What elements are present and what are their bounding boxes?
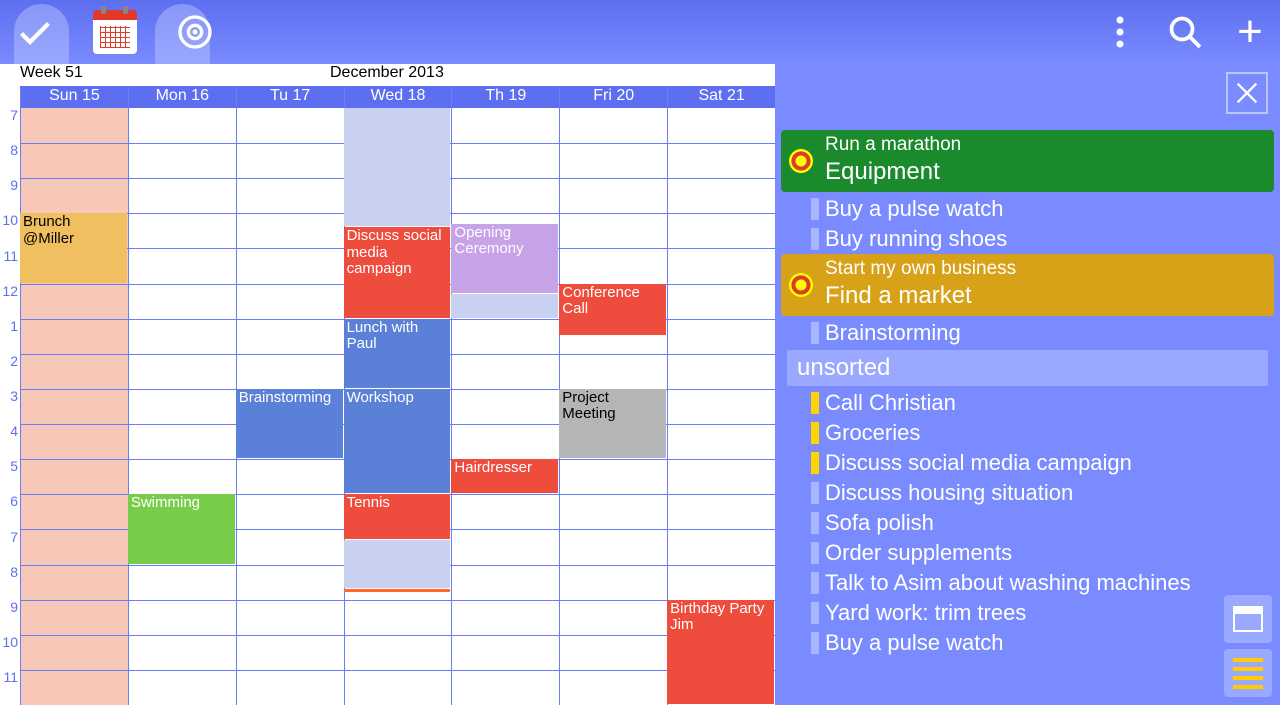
day-column[interactable] <box>451 108 559 705</box>
hour-label: 3 <box>0 389 20 424</box>
hour-label: 11 <box>0 249 20 284</box>
day-header[interactable]: Fri 20 <box>559 86 667 108</box>
hour-label: 2 <box>0 354 20 389</box>
hour-label: 6 <box>0 494 20 529</box>
day-header[interactable]: Wed 18 <box>344 86 452 108</box>
calendar-event[interactable] <box>451 294 558 318</box>
day-header[interactable]: Mon 16 <box>128 86 236 108</box>
day-header[interactable]: Sat 21 <box>667 86 775 108</box>
task-item[interactable]: Yard work: trim trees <box>781 598 1274 628</box>
hour-label: 10 <box>0 635 20 670</box>
hour-label: 8 <box>0 143 20 178</box>
calendar-event[interactable]: Swimming <box>128 494 235 563</box>
day-column[interactable] <box>20 108 128 705</box>
calendar-event[interactable]: Brunch @Miller <box>20 213 127 282</box>
list-icon[interactable] <box>1224 649 1272 697</box>
search-icon[interactable] <box>1165 12 1205 52</box>
week-calendar: Week 51 December 2013 Sun 15Mon 16Tu 17W… <box>0 64 775 705</box>
hour-label: 4 <box>0 424 20 459</box>
calendar-event[interactable]: Hairdresser <box>451 459 558 493</box>
hour-label: 11 <box>0 670 20 705</box>
task-item[interactable]: Brainstorming <box>781 318 1274 348</box>
calendar-event[interactable]: Birthday Party Jim <box>667 600 774 704</box>
week-label: Week 51 <box>20 64 330 86</box>
calendar-event[interactable]: Conference Call <box>559 284 666 336</box>
mini-calendar-icon[interactable] <box>1224 595 1272 643</box>
day-header[interactable]: Sun 15 <box>20 86 128 108</box>
calendar-event[interactable]: Workshop <box>344 389 451 493</box>
goal-card[interactable]: Run a marathonEquipment <box>781 130 1274 192</box>
task-item[interactable]: Buy a pulse watch <box>781 628 1274 658</box>
calendar-event[interactable] <box>344 540 451 588</box>
hour-label: 10 <box>0 213 20 248</box>
calendar-event[interactable]: Tennis <box>344 494 451 539</box>
task-item[interactable]: Groceries <box>781 418 1274 448</box>
calendar-event[interactable]: Discuss social media campaign <box>344 227 451 317</box>
add-icon[interactable]: + <box>1230 12 1270 52</box>
top-toolbar: + <box>0 0 1280 64</box>
hour-label: 1 <box>0 319 20 354</box>
hour-label: 7 <box>0 108 20 143</box>
task-item[interactable]: Discuss housing situation <box>781 478 1274 508</box>
month-label: December 2013 <box>330 64 444 86</box>
calendar-event[interactable]: Project Meeting <box>559 389 666 458</box>
task-item[interactable]: Talk to Asim about washing machines <box>781 568 1274 598</box>
calendar-event[interactable]: Opening Ceremony <box>451 224 558 293</box>
close-icon[interactable] <box>1226 72 1268 114</box>
goal-badge-icon <box>789 149 813 173</box>
task-item[interactable]: Discuss social media campaign <box>781 448 1274 478</box>
hour-label: 7 <box>0 530 20 565</box>
hour-label: 5 <box>0 459 20 494</box>
hour-label: 12 <box>0 284 20 319</box>
more-icon[interactable] <box>1100 12 1140 52</box>
task-item[interactable]: Call Christian <box>781 388 1274 418</box>
goal-badge-icon <box>789 273 813 297</box>
day-column[interactable] <box>128 108 236 705</box>
task-item[interactable]: Buy running shoes <box>781 224 1274 254</box>
tasks-view-icon[interactable] <box>10 7 60 57</box>
calendar-event[interactable]: Brainstorming <box>236 389 343 458</box>
task-sidebar: Run a marathonEquipmentBuy a pulse watch… <box>775 64 1280 705</box>
day-header[interactable]: Tu 17 <box>236 86 344 108</box>
task-item[interactable]: Order supplements <box>781 538 1274 568</box>
goal-card[interactable]: Start my own businessFind a market <box>781 254 1274 316</box>
hour-label: 9 <box>0 178 20 213</box>
calendar-event[interactable]: Lunch with Paul <box>344 319 451 388</box>
calendar-event[interactable] <box>344 108 451 226</box>
day-header[interactable]: Th 19 <box>451 86 559 108</box>
section-unsorted[interactable]: unsorted <box>787 350 1268 386</box>
task-item[interactable]: Sofa polish <box>781 508 1274 538</box>
hour-label: 9 <box>0 600 20 635</box>
hour-label: 8 <box>0 565 20 600</box>
calendar-view-icon[interactable] <box>90 7 140 57</box>
goals-view-icon[interactable] <box>170 7 220 57</box>
task-item[interactable]: Buy a pulse watch <box>781 194 1274 224</box>
